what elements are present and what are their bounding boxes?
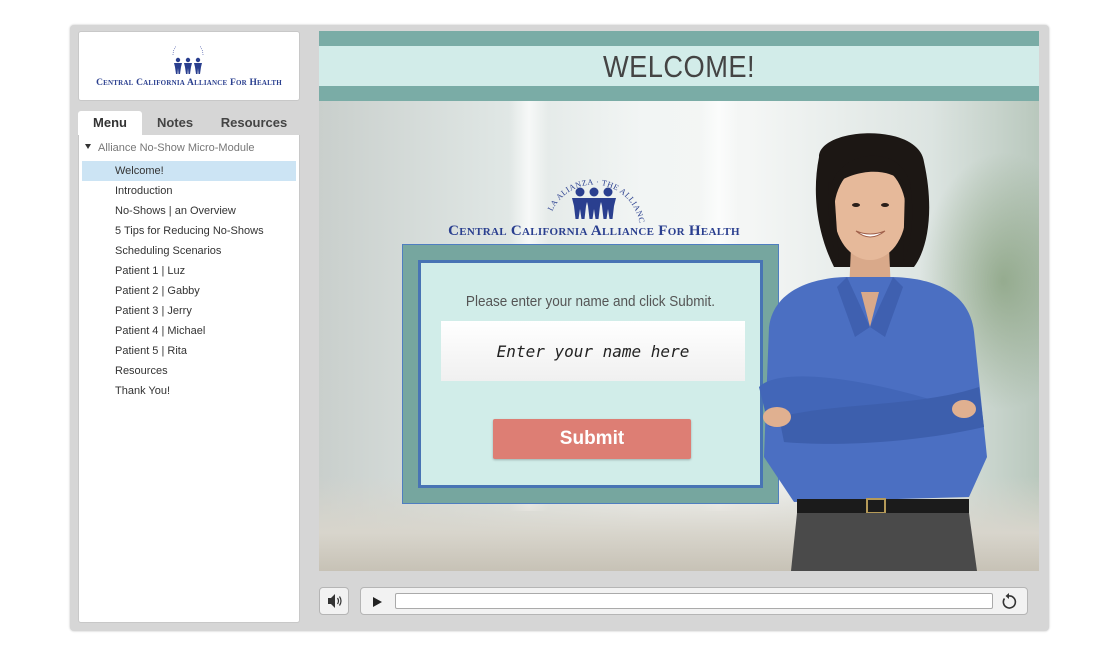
tab-resources[interactable]: Resources — [210, 111, 298, 135]
presenter-image — [759, 133, 987, 571]
menu-item-5-tips[interactable]: 5 Tips for Reducing No-Shows — [82, 221, 296, 241]
seek-track[interactable] — [395, 593, 993, 609]
submit-button[interactable]: Submit — [493, 419, 691, 459]
name-input[interactable] — [441, 321, 745, 381]
slide-logo: LA ALIANZA · THE ALLIANCE Central Califo… — [424, 161, 764, 246]
tab-notes[interactable]: Notes — [144, 111, 206, 135]
slide-org-name: Central California Alliance For Health — [448, 223, 740, 239]
sidebar: Central California Alliance For Health M… — [78, 31, 300, 623]
menu-item-patient-2[interactable]: Patient 2 | Gabby — [82, 281, 296, 301]
title-band: WELCOME! — [319, 31, 1039, 101]
alliance-logo-icon: LA ALIANZA · THE ALLIANCE — [424, 161, 646, 223]
course-player: Central California Alliance For Health M… — [70, 25, 1049, 631]
name-prompt: Please enter your name and click Submit. — [465, 293, 716, 310]
name-form-frame: Please enter your name and click Submit.… — [402, 244, 779, 504]
title-stripe-top — [319, 31, 1039, 46]
slide-title: WELCOME! — [602, 49, 756, 84]
tab-menu[interactable]: Menu — [78, 111, 142, 135]
seek-bar-container — [360, 587, 1028, 615]
menu-item-thank-you[interactable]: Thank You! — [82, 381, 296, 401]
menu-item-introduction[interactable]: Introduction — [82, 181, 296, 201]
menu-item-patient-5[interactable]: Patient 5 | Rita — [82, 341, 296, 361]
menu-list: Welcome! Introduction No-Shows | an Over… — [82, 161, 296, 401]
menu-item-scheduling-scenarios[interactable]: Scheduling Scenarios — [82, 241, 296, 261]
menu-root-label: Alliance No-Show Micro-Module — [98, 142, 255, 154]
menu-item-patient-3[interactable]: Patient 3 | Jerry — [82, 301, 296, 321]
sidebar-logo: Central California Alliance For Health — [78, 31, 300, 101]
menu-item-welcome[interactable]: Welcome! — [82, 161, 296, 181]
alliance-logo-icon — [172, 46, 204, 74]
menu-item-patient-1[interactable]: Patient 1 | Luz — [82, 261, 296, 281]
volume-icon — [328, 594, 342, 608]
playback-controls — [319, 585, 1039, 617]
menu-panel: Alliance No-Show Micro-Module Welcome! I… — [78, 135, 300, 623]
volume-button[interactable] — [319, 587, 349, 615]
menu-item-patient-4[interactable]: Patient 4 | Michael — [82, 321, 296, 341]
caret-down-icon — [85, 144, 91, 149]
sidebar-org-name: Central California Alliance For Health — [96, 78, 282, 88]
slide-stage: WELCOME! LA ALIANZA · THE ALLIANCE Centr… — [319, 31, 1039, 571]
title-stripe-bottom — [319, 86, 1039, 101]
name-form: Please enter your name and click Submit.… — [418, 260, 763, 488]
menu-item-resources[interactable]: Resources — [82, 361, 296, 381]
play-icon[interactable] — [369, 594, 385, 610]
sidebar-tabs: Menu Notes Resources — [78, 111, 300, 135]
replay-icon[interactable] — [999, 592, 1019, 612]
menu-root[interactable]: Alliance No-Show Micro-Module — [85, 142, 255, 154]
menu-item-no-shows-overview[interactable]: No-Shows | an Overview — [82, 201, 296, 221]
